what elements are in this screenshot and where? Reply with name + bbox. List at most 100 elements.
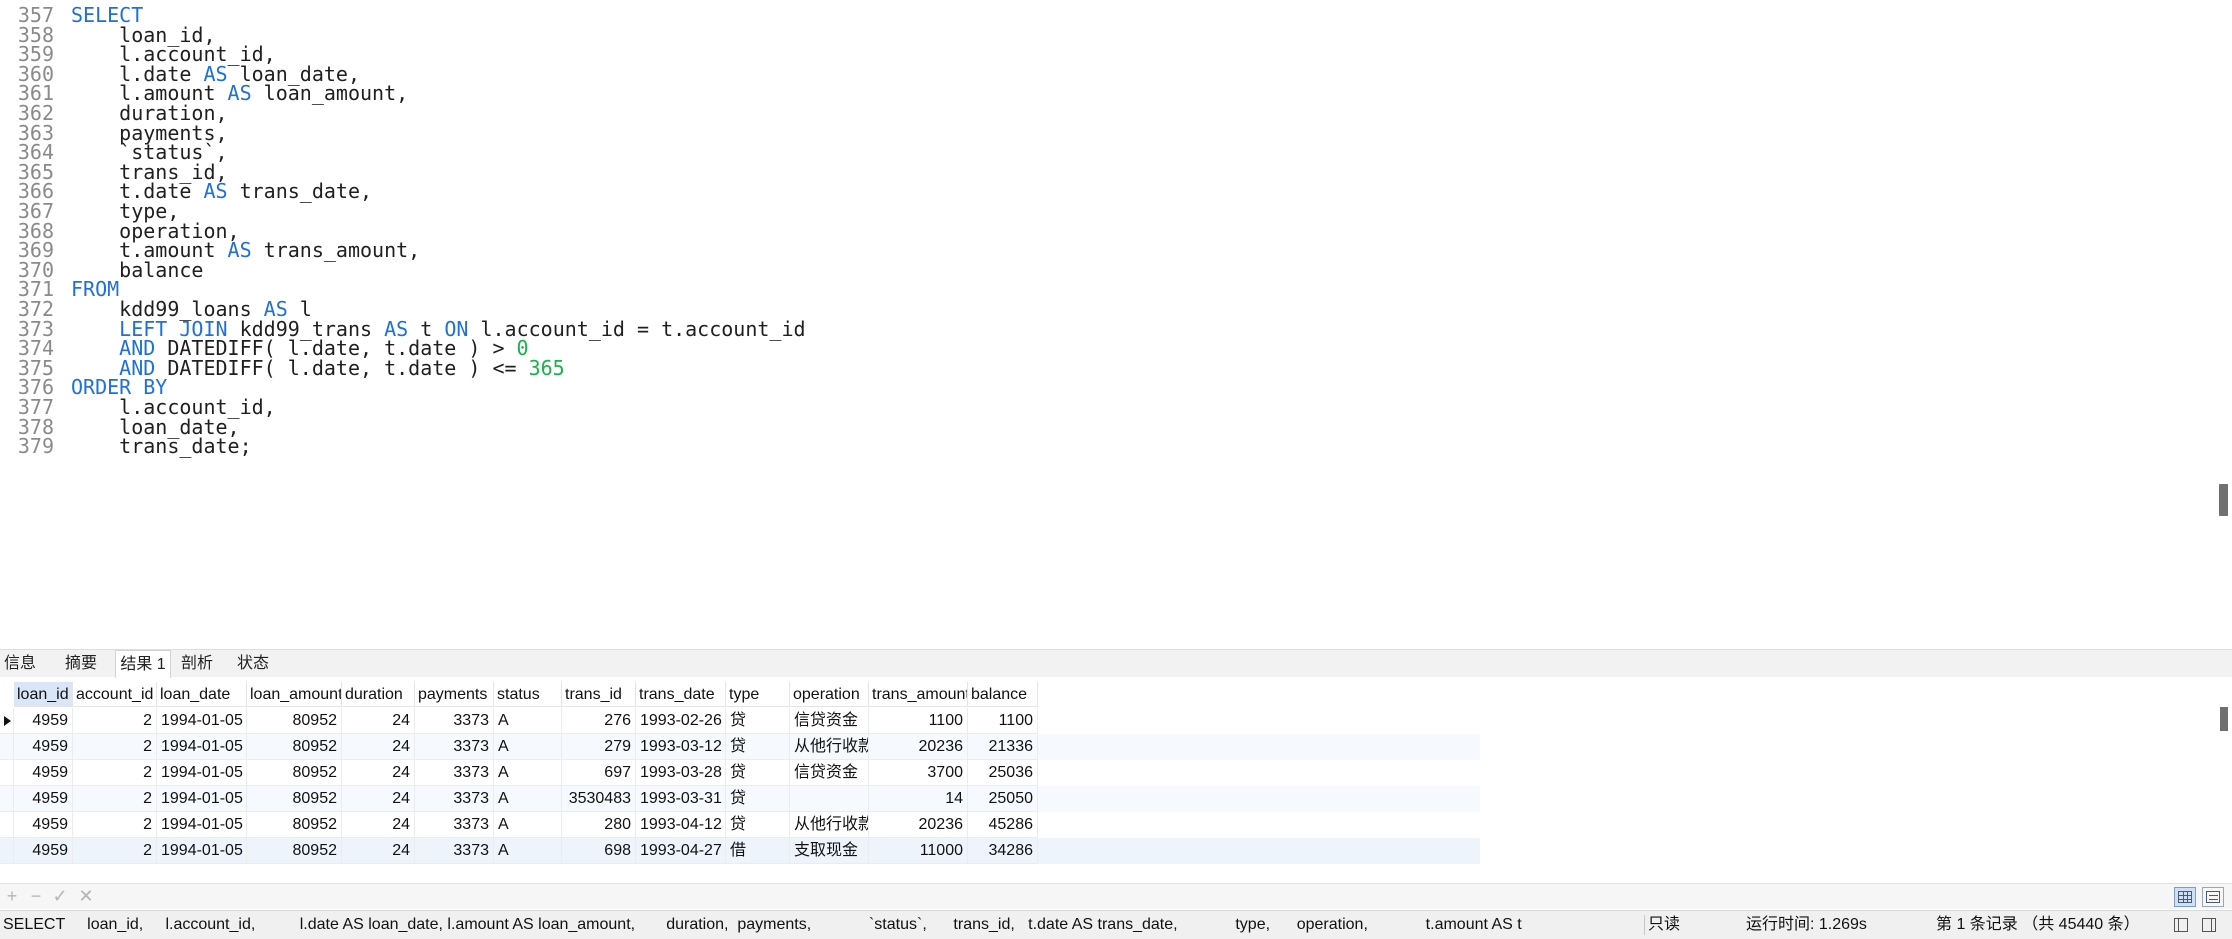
cell-trans-id[interactable]: 3530483 [562,786,636,812]
column-header-duration[interactable]: duration [342,682,415,707]
cell-loan-id[interactable]: 4959 [14,786,73,812]
apply-changes-icon[interactable]: ✓ [50,886,70,906]
cell-duration[interactable]: 24 [342,734,415,760]
cell-trans-date[interactable]: 1993-02-26 [636,708,726,734]
grid-scrollbar-thumb[interactable] [2220,707,2228,731]
cell-loan-amount[interactable]: 80952 [247,812,342,838]
cell-trans-amount[interactable]: 14 [869,786,968,812]
cell-operation[interactable]: 从他行收款 [790,812,869,838]
cell-type[interactable]: 贷 [726,708,790,734]
cell-trans-id[interactable]: 697 [562,760,636,786]
cell-loan-id[interactable]: 4959 [14,812,73,838]
cell-account-id[interactable]: 2 [73,734,157,760]
cell-loan-date[interactable]: 1994-01-05 [157,760,247,786]
cell-operation[interactable]: 支取现金 [790,838,869,864]
cell-trans-amount[interactable]: 1100 [869,708,968,734]
cell-loan-amount[interactable]: 80952 [247,786,342,812]
add-record-icon[interactable]: + [2,886,22,906]
cell-loan-amount[interactable]: 80952 [247,708,342,734]
cell-loan-id[interactable]: 4959 [14,838,73,864]
cell-account-id[interactable]: 2 [73,838,157,864]
cell-loan-date[interactable]: 1994-01-05 [157,734,247,760]
cell-loan-id[interactable]: 4959 [14,760,73,786]
cell-trans-date[interactable]: 1993-04-12 [636,812,726,838]
table-row[interactable]: 4959 2 1994-01-05 80952 24 3373 A 280 1993-04-12… [0,812,1480,838]
cell-loan-id[interactable]: 4959 [14,708,73,734]
grid-scrollbar[interactable] [2216,680,2232,882]
cell-loan-date[interactable]: 1994-01-05 [157,812,247,838]
cell-status[interactable]: A [494,708,562,734]
tab-summary[interactable]: 摘要 [60,650,102,678]
toggle-right-pane-icon[interactable] [2202,918,2216,932]
cell-payments[interactable]: 3373 [415,786,494,812]
sql-editor[interactable]: 357 SELECT 358 loan_id, 359 l.account_id, 36… [0,0,2232,645]
cell-trans-amount[interactable]: 3700 [869,760,968,786]
cell-payments[interactable]: 3373 [415,734,494,760]
result-grid[interactable]: loan_id account_id loan_date loan_amount dur… [0,680,2232,882]
column-header-trans-id[interactable]: trans_id [562,682,636,707]
row-selector[interactable] [0,760,14,786]
tab-status[interactable]: 状态 [232,650,274,678]
cell-status[interactable]: A [494,734,562,760]
cell-account-id[interactable]: 2 [73,760,157,786]
row-selector[interactable] [0,708,14,734]
cell-operation[interactable]: 信贷资金 [790,760,869,786]
column-header-status[interactable]: status [494,682,562,707]
cell-trans-date[interactable]: 1993-04-27 [636,838,726,864]
cell-balance[interactable]: 21336 [968,734,1038,760]
cell-payments[interactable]: 3373 [415,838,494,864]
cell-balance[interactable]: 34286 [968,838,1038,864]
cell-status[interactable]: A [494,760,562,786]
cell-trans-id[interactable]: 276 [562,708,636,734]
cell-status[interactable]: A [494,838,562,864]
column-header-trans-amount[interactable]: trans_amount [869,682,968,707]
cell-status[interactable]: A [494,786,562,812]
cell-duration[interactable]: 24 [342,786,415,812]
cell-trans-date[interactable]: 1993-03-31 [636,786,726,812]
cell-loan-amount[interactable]: 80952 [247,838,342,864]
code-line[interactable]: 379 trans_date; [0,432,2200,460]
tab-profile[interactable]: 剖析 [176,650,218,678]
cell-duration[interactable]: 24 [342,812,415,838]
cell-trans-id[interactable]: 280 [562,812,636,838]
column-header-operation[interactable]: operation [790,682,869,707]
row-selector[interactable] [0,838,14,864]
table-row[interactable]: 4959 2 1994-01-05 80952 24 3373 A 3530483 1993-0… [0,786,1480,812]
column-header-payments[interactable]: payments [415,682,494,707]
editor-scrollbar-thumb[interactable] [2219,484,2228,516]
cell-loan-date[interactable]: 1994-01-05 [157,838,247,864]
cell-status[interactable]: A [494,812,562,838]
cell-account-id[interactable]: 2 [73,708,157,734]
cell-account-id[interactable]: 2 [73,812,157,838]
cell-balance[interactable]: 1100 [968,708,1038,734]
editor-scrollbar[interactable] [2216,0,2232,645]
cell-account-id[interactable]: 2 [73,786,157,812]
form-view-button[interactable] [2202,887,2224,907]
delete-record-icon[interactable]: − [26,886,46,906]
cell-trans-amount[interactable]: 11000 [869,838,968,864]
column-header-loan-id[interactable]: loan_id [14,682,73,707]
column-header-account-id[interactable]: account_id [73,682,157,707]
tab-result-1[interactable]: 结果 1 [115,650,171,678]
cell-loan-date[interactable]: 1994-01-05 [157,786,247,812]
column-header-type[interactable]: type [726,682,790,707]
cell-duration[interactable]: 24 [342,708,415,734]
row-selector[interactable] [0,812,14,838]
column-header-loan-amount[interactable]: loan_amount [247,682,342,707]
cell-payments[interactable]: 3373 [415,760,494,786]
cell-balance[interactable]: 25050 [968,786,1038,812]
row-selector[interactable] [0,786,14,812]
cell-balance[interactable]: 25036 [968,760,1038,786]
cell-trans-id[interactable]: 279 [562,734,636,760]
cell-trans-id[interactable]: 698 [562,838,636,864]
cell-trans-amount[interactable]: 20236 [869,734,968,760]
table-row[interactable]: 4959 2 1994-01-05 80952 24 3373 A 698 1993-04-27… [0,838,1480,864]
cell-trans-date[interactable]: 1993-03-12 [636,734,726,760]
discard-changes-icon[interactable]: ✕ [76,886,96,906]
table-row[interactable]: 4959 2 1994-01-05 80952 24 3373 A 276 1993-02-26… [0,708,1480,734]
cell-type[interactable]: 贷 [726,734,790,760]
cell-operation[interactable]: 信贷资金 [790,708,869,734]
column-header-trans-date[interactable]: trans_date [636,682,726,707]
cell-trans-amount[interactable]: 20236 [869,812,968,838]
column-header-loan-date[interactable]: loan_date [157,682,247,707]
